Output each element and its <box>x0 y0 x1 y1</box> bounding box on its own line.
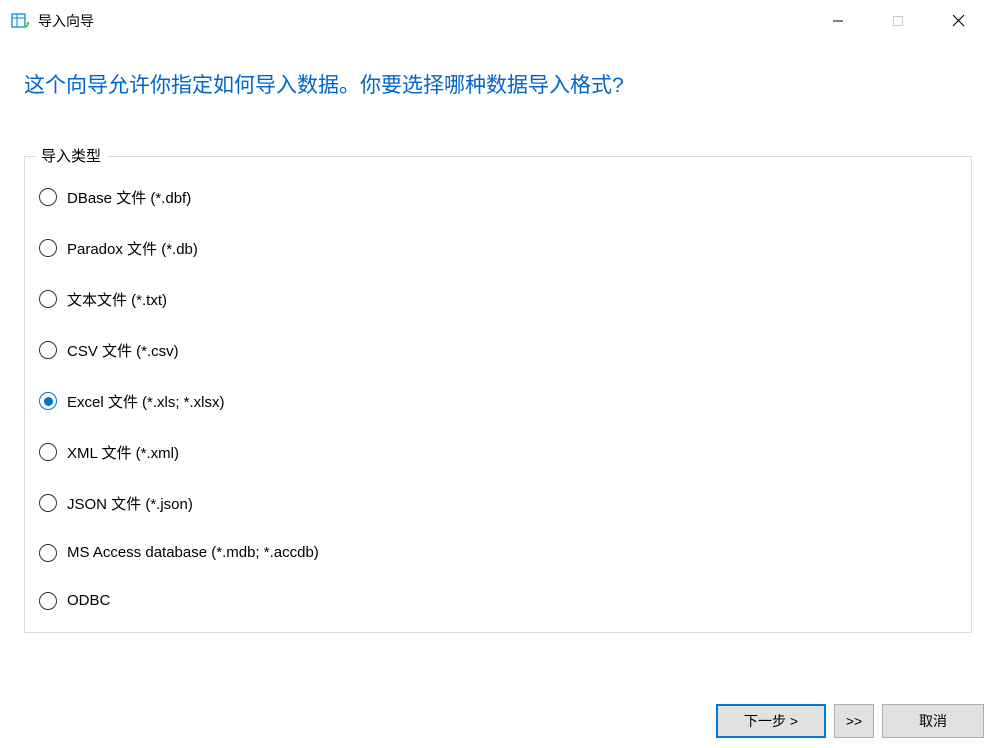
radio-option-text[interactable]: 文本文件 (*.txt) <box>39 289 957 310</box>
radio-icon <box>39 443 57 461</box>
radio-label: XML 文件 (*.xml) <box>67 442 179 463</box>
radio-icon <box>39 188 57 206</box>
titlebar: 导入向导 <box>0 0 996 42</box>
radio-icon <box>39 544 57 562</box>
radio-label: 文本文件 (*.txt) <box>67 289 167 310</box>
import-type-fieldset: 导入类型 DBase 文件 (*.dbf) Paradox 文件 (*.db) … <box>24 156 972 633</box>
app-icon <box>10 11 30 31</box>
radio-option-odbc[interactable]: ODBC <box>39 592 957 610</box>
radio-option-json[interactable]: JSON 文件 (*.json) <box>39 493 957 514</box>
radio-label: DBase 文件 (*.dbf) <box>67 187 191 208</box>
radio-option-dbase[interactable]: DBase 文件 (*.dbf) <box>39 187 957 208</box>
wizard-heading: 这个向导允许你指定如何导入数据。你要选择哪种数据导入格式? <box>24 70 972 102</box>
radio-label: Paradox 文件 (*.db) <box>67 238 198 259</box>
content-area: 这个向导允许你指定如何导入数据。你要选择哪种数据导入格式? 导入类型 DBase… <box>0 42 996 633</box>
minimize-button[interactable] <box>808 0 868 42</box>
radio-label: Excel 文件 (*.xls; *.xlsx) <box>67 391 225 412</box>
maximize-button <box>868 0 928 42</box>
close-button[interactable] <box>928 0 988 42</box>
radio-label: ODBC <box>67 592 110 609</box>
radio-icon <box>39 341 57 359</box>
window-controls <box>808 0 988 42</box>
radio-option-csv[interactable]: CSV 文件 (*.csv) <box>39 340 957 361</box>
footer-buttons: 下一步 > >> 取消 <box>716 704 984 738</box>
radio-icon <box>39 239 57 257</box>
import-type-radio-group: DBase 文件 (*.dbf) Paradox 文件 (*.db) 文本文件 … <box>39 175 957 610</box>
radio-label: MS Access database (*.mdb; *.accdb) <box>67 544 319 561</box>
radio-icon <box>39 290 57 308</box>
radio-option-excel[interactable]: Excel 文件 (*.xls; *.xlsx) <box>39 391 957 412</box>
radio-option-paradox[interactable]: Paradox 文件 (*.db) <box>39 238 957 259</box>
cancel-button[interactable]: 取消 <box>882 704 984 738</box>
radio-label: CSV 文件 (*.csv) <box>67 340 179 361</box>
radio-icon <box>39 592 57 610</box>
radio-option-msaccess[interactable]: MS Access database (*.mdb; *.accdb) <box>39 544 957 562</box>
radio-icon <box>39 494 57 512</box>
radio-icon <box>39 392 57 410</box>
fieldset-legend: 导入类型 <box>35 145 107 166</box>
radio-label: JSON 文件 (*.json) <box>67 493 193 514</box>
skip-button[interactable]: >> <box>834 704 874 738</box>
radio-option-xml[interactable]: XML 文件 (*.xml) <box>39 442 957 463</box>
window-title: 导入向导 <box>38 11 808 31</box>
next-button[interactable]: 下一步 > <box>716 704 826 738</box>
